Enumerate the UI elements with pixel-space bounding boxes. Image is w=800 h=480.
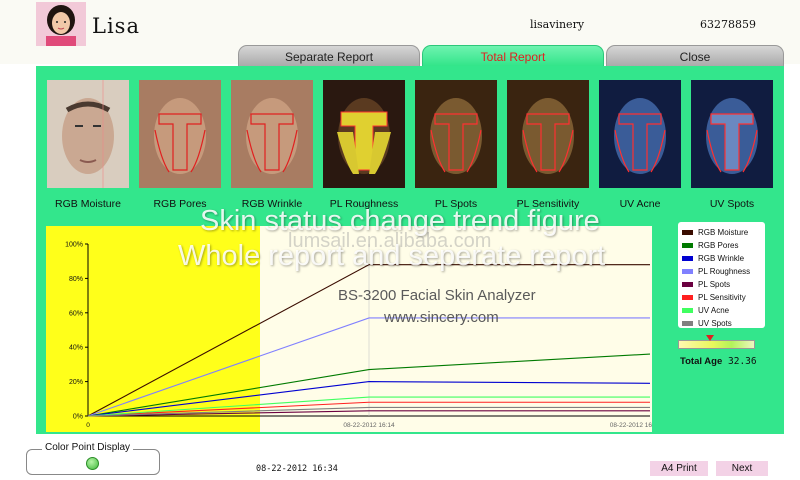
- avatar: [36, 2, 86, 46]
- x-tick-label: 08-22-2012 16: [610, 422, 652, 429]
- y-tick-label: 80%: [69, 276, 83, 283]
- legend-label: PL Sensitivity: [698, 293, 746, 302]
- x-tick-label: 08-22-2012 16:14: [343, 422, 395, 429]
- legend-swatch: [682, 269, 693, 274]
- legend-swatch: [682, 321, 693, 326]
- thumbnail-label-rgb-moisture: RGB Moisture: [55, 198, 121, 210]
- tab-close[interactable]: Close: [606, 45, 784, 67]
- legend-label: PL Roughness: [698, 267, 751, 276]
- y-tick-label: 0%: [73, 414, 83, 421]
- report-timestamp: 08-22-2012 16:34: [256, 464, 338, 474]
- thumbnail-uv-spots[interactable]: [691, 80, 773, 188]
- legend-item: UV Spots: [682, 317, 761, 330]
- thumbnail-pl-sensitivity[interactable]: [507, 80, 589, 188]
- next-button[interactable]: Next: [716, 461, 768, 476]
- legend-swatch: [682, 295, 693, 300]
- x-tick-label: 0: [86, 422, 90, 429]
- legend-swatch: [682, 243, 693, 248]
- legend-label: RGB Wrinkle: [698, 254, 745, 263]
- legend-item: RGB Wrinkle: [682, 252, 761, 265]
- tab-total-report[interactable]: Total Report: [422, 45, 604, 67]
- chart-legend: RGB Moisture RGB Pores RGB Wrinkle PL Ro…: [678, 222, 765, 328]
- legend-label: PL Spots: [698, 280, 731, 289]
- color-point-toggle[interactable]: [86, 457, 99, 470]
- y-tick-label: 40%: [69, 345, 83, 352]
- total-age-value: 32.36: [728, 356, 757, 367]
- legend-item: PL Spots: [682, 278, 761, 291]
- y-tick-label: 20%: [69, 379, 83, 386]
- legend-label: UV Spots: [698, 319, 732, 328]
- total-age-label: Total Age: [680, 356, 723, 367]
- thumbnail-label-uv-acne: UV Acne: [619, 198, 661, 210]
- age-scale-bar: [678, 340, 755, 349]
- overlay-title-line2: Whole report and seperate report: [178, 240, 606, 272]
- y-tick-label: 60%: [69, 310, 83, 317]
- legend-swatch: [682, 282, 693, 287]
- legend-item: PL Roughness: [682, 265, 761, 278]
- color-point-label: Color Point Display: [42, 442, 134, 453]
- legend-label: RGB Moisture: [698, 228, 749, 237]
- overlay-url: www.sincery.com: [384, 309, 499, 326]
- thumbnail-uv-acne[interactable]: [599, 80, 681, 188]
- legend-item: RGB Pores: [682, 239, 761, 252]
- legend-label: RGB Pores: [698, 241, 739, 250]
- thumbnail-rgb-wrinkle[interactable]: [231, 80, 313, 188]
- phone-number: 63278859: [700, 18, 756, 31]
- age-marker-icon: [706, 335, 714, 341]
- thumbnail-pl-spots[interactable]: [415, 80, 497, 188]
- y-tick-label: 100%: [65, 242, 83, 249]
- a4-print-button[interactable]: A4 Print: [650, 461, 708, 476]
- overlay-title-line1: Skin status change trend figure: [200, 205, 600, 237]
- overlay-product-name: BS-3200 Facial Skin Analyzer: [338, 287, 536, 304]
- legend-label: UV Acne: [698, 306, 730, 315]
- legend-item: PL Sensitivity: [682, 291, 761, 304]
- legend-swatch: [682, 308, 693, 313]
- user-name: Lisa: [92, 14, 140, 38]
- tab-separate-report[interactable]: Separate Report: [238, 45, 420, 67]
- thumbnail-label-uv-spots: UV Spots: [709, 198, 755, 210]
- thumbnail-pl-roughness[interactable]: [323, 80, 405, 188]
- legend-swatch: [682, 230, 693, 235]
- account-name: lisavinery: [530, 18, 585, 31]
- legend-item: UV Acne: [682, 304, 761, 317]
- thumbnail-rgb-pores[interactable]: [139, 80, 221, 188]
- legend-swatch: [682, 256, 693, 261]
- thumbnail-rgb-moisture[interactable]: [47, 80, 129, 188]
- legend-item: RGB Moisture: [682, 226, 761, 239]
